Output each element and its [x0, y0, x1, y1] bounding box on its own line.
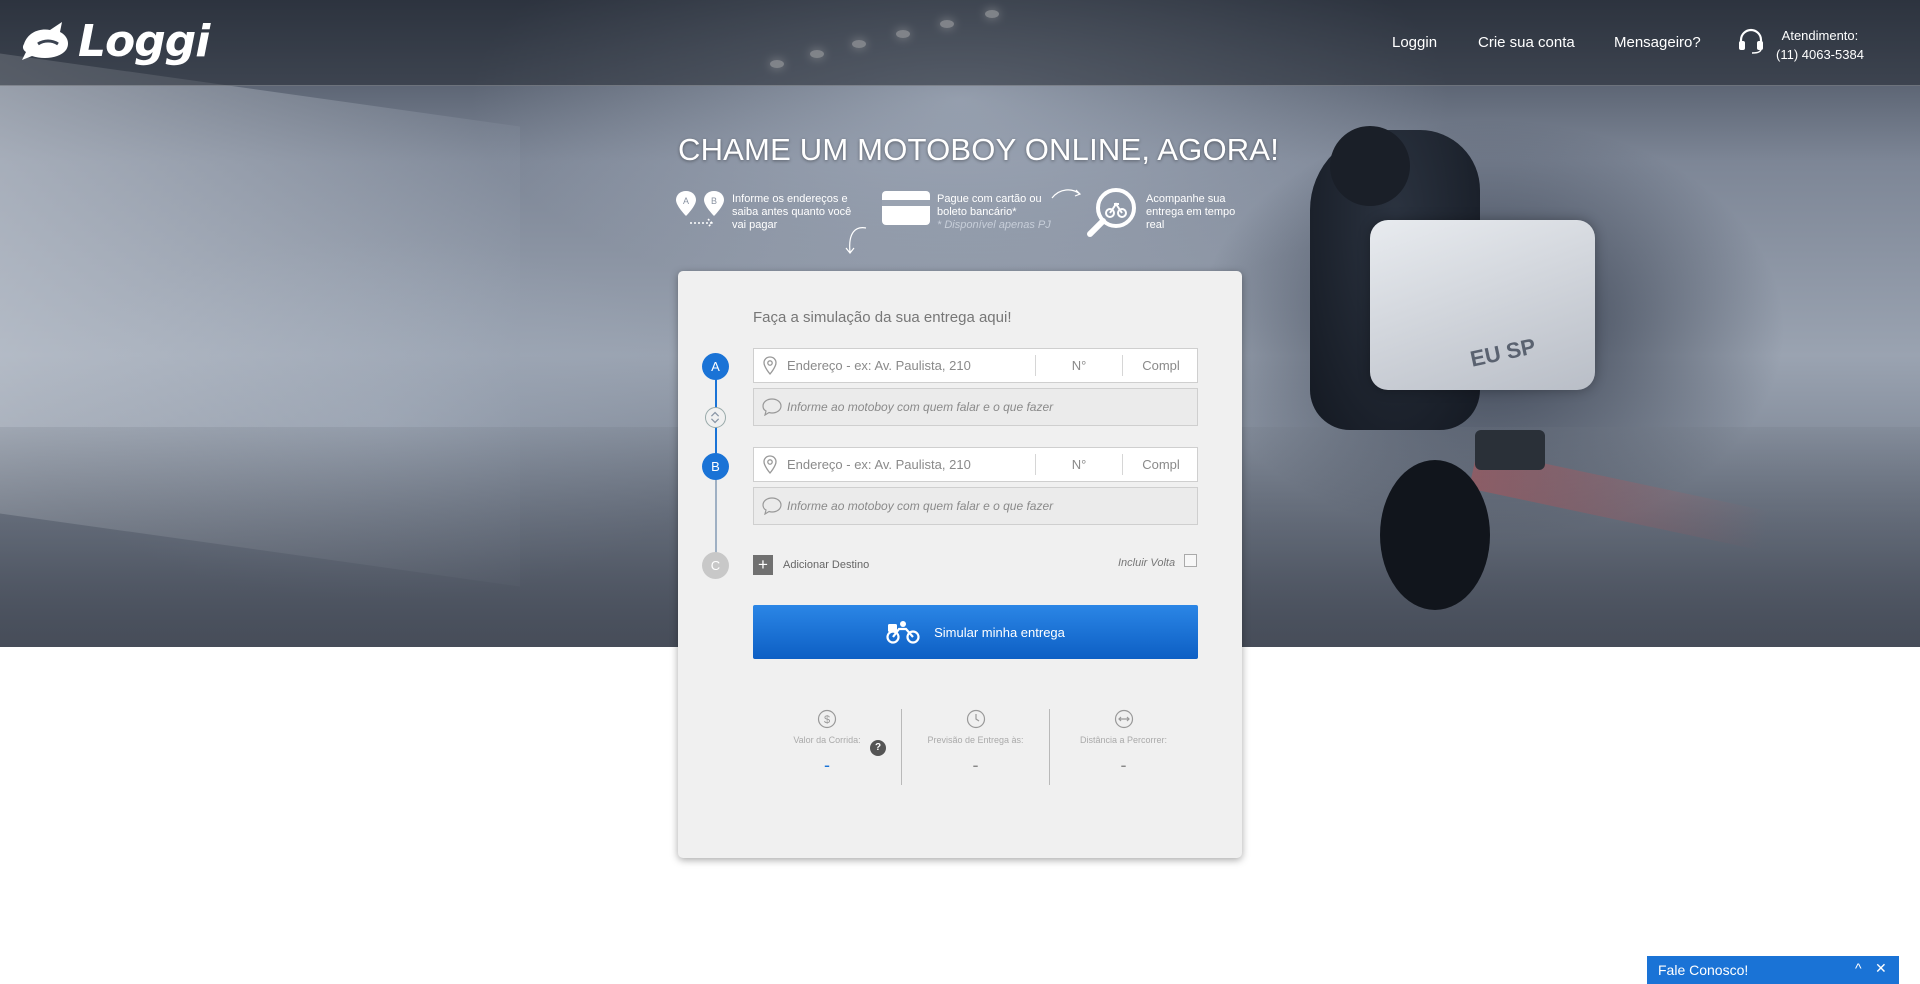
address-b-input[interactable] [787, 448, 1047, 481]
route-line [715, 479, 717, 553]
support-phone: (11) 4063-5384 [1776, 47, 1864, 62]
motorcycle-icon [886, 621, 920, 644]
location-pin-icon [763, 356, 777, 375]
distance-value: - [1120, 755, 1127, 775]
swap-icon [710, 411, 720, 424]
svg-text:B: B [711, 196, 717, 206]
address-a-input[interactable] [787, 349, 1047, 382]
price-help-button[interactable]: ? [870, 740, 886, 756]
magnifier-moto-icon [1087, 188, 1136, 237]
nav-courier-link[interactable]: Mensageiro? [1614, 34, 1701, 51]
simulation-title: Faça a simulação da sua entrega aqui! [753, 309, 1012, 326]
note-a-row [753, 388, 1198, 426]
curved-arrow-icon [1051, 189, 1082, 199]
result-price: $ Valor da Corrida: - ? [753, 709, 901, 785]
swap-addresses-button[interactable] [705, 407, 726, 428]
nav-login-link[interactable]: Loggin [1392, 34, 1437, 51]
location-pin-icon [763, 455, 777, 474]
distance-label: Distância a Percorrer: [1079, 735, 1168, 745]
logo-text: Loggi [78, 16, 210, 67]
eta-label: Previsão de Entrega às: [927, 735, 1024, 745]
svg-text:$: $ [824, 714, 830, 726]
field-divider [1122, 454, 1123, 475]
add-destination-button[interactable]: + Adicionar Destino [753, 555, 869, 575]
top-bar: Loggi Loggin Crie sua conta Mensageiro? … [0, 0, 1920, 86]
feature-tracking: Acompanhe sua entrega em tempo real [1146, 193, 1236, 231]
logo[interactable]: Loggi [20, 16, 210, 67]
include-return-checkbox[interactable] [1184, 554, 1197, 567]
feature-payment: Pague com cartão ou boleto bancário* * D… [937, 193, 1057, 232]
plus-icon: + [753, 555, 773, 575]
credit-card-icon [882, 191, 930, 225]
note-b-input[interactable] [787, 488, 1187, 524]
chevron-up-icon[interactable]: ^ [1855, 960, 1862, 976]
speech-bubble-icon [762, 398, 782, 416]
dollar-icon: $ [817, 709, 837, 729]
chat-widget-label: Fale Conosco! [1658, 962, 1749, 978]
map-pins-ab-icon: A B [676, 191, 724, 228]
logo-icon [22, 21, 68, 60]
step-c-badge: C [702, 552, 729, 579]
include-return-label: Incluir Volta [1118, 557, 1176, 569]
support-label: Atendimento: [1781, 28, 1859, 43]
note-b-row [753, 487, 1198, 525]
simulate-delivery-button[interactable]: Simular minha entrega [753, 605, 1198, 659]
hero-headline: CHAME UM MOTOBOY ONLINE, AGORA! [678, 132, 1280, 167]
note-a-input[interactable] [787, 389, 1187, 425]
headset-icon [1739, 28, 1763, 54]
address-a-row [753, 348, 1198, 383]
chat-widget-tab[interactable]: Fale Conosco! ^ ✕ [1647, 956, 1899, 984]
clock-icon [966, 709, 985, 729]
feature-payment-text: Pague com cartão ou boleto bancário* [937, 193, 1042, 218]
svg-text:A: A [683, 196, 689, 206]
feature-payment-note: * Disponível apenas PJ [937, 219, 1051, 231]
price-value: - [824, 755, 830, 775]
close-icon[interactable]: ✕ [1875, 960, 1887, 977]
simulation-card: Faça a simulação da sua entrega aqui! A … [678, 271, 1242, 858]
step-b-badge: B [702, 453, 729, 480]
speech-bubble-icon [762, 497, 782, 515]
field-divider [1035, 355, 1036, 376]
nav-create-account-link[interactable]: Crie sua conta [1478, 34, 1575, 51]
eta-value: - [972, 755, 979, 775]
distance-icon [1114, 709, 1133, 729]
simulate-delivery-label: Simular minha entrega [934, 624, 1065, 640]
motorbike-image: EU SP [1290, 126, 1771, 610]
add-destination-label: Adicionar Destino [783, 559, 870, 571]
field-divider [1035, 454, 1036, 475]
address-b-number-input[interactable] [1038, 448, 1120, 481]
result-distance: Distância a Percorrer: - [1049, 709, 1197, 785]
address-a-compl-input[interactable] [1124, 349, 1198, 382]
field-divider [1122, 355, 1123, 376]
curved-arrow-icon [845, 227, 867, 254]
result-eta: Previsão de Entrega às: - [901, 709, 1049, 785]
step-a-badge: A [702, 353, 729, 380]
simulation-results: $ Valor da Corrida: - ? Previsão de Entr… [753, 709, 1198, 785]
address-a-number-input[interactable] [1038, 349, 1120, 382]
address-b-compl-input[interactable] [1124, 448, 1198, 481]
address-b-row [753, 447, 1198, 482]
support-contact: Atendimento: (11) 4063-5384 [1776, 26, 1864, 64]
